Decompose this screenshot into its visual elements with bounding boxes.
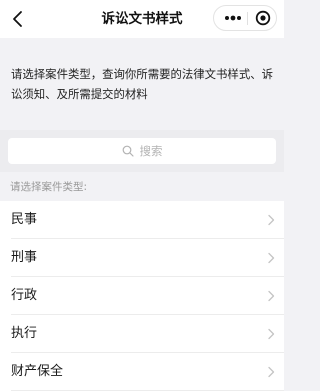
- chevron-right-icon: [268, 252, 275, 264]
- list-item-administrative[interactable]: 行政: [0, 277, 284, 315]
- list-item-criminal[interactable]: 刑事: [0, 239, 284, 277]
- chevron-right-icon: [268, 366, 275, 378]
- intro-text: 请选择案件类型，查询你所需要的法律文书样式、诉讼须知、及所需提交的材料: [11, 67, 273, 101]
- list-item-label: 执行: [11, 326, 38, 341]
- chevron-right-icon: [268, 290, 275, 302]
- list-item-civil[interactable]: 民事: [0, 201, 284, 239]
- search-input[interactable]: 搜索: [8, 138, 276, 164]
- target-circle-icon: [255, 10, 271, 26]
- chevron-right-icon: [268, 328, 275, 340]
- navigation-bar: 诉讼文书样式: [0, 0, 284, 38]
- capsule-divider: [247, 12, 248, 25]
- close-mini-program-button[interactable]: [252, 6, 274, 30]
- more-dots-icon: [225, 15, 241, 21]
- search-icon: [122, 145, 134, 157]
- list-item-property-preservation[interactable]: 财产保全: [0, 353, 284, 391]
- search-placeholder: 搜索: [139, 144, 163, 158]
- more-button[interactable]: [222, 6, 244, 30]
- section-label: 请选择案件类型:: [10, 181, 88, 193]
- list-item-enforcement[interactable]: 执行: [0, 315, 284, 353]
- list-item-label: 刑事: [11, 250, 38, 265]
- chevron-right-icon: [268, 214, 275, 226]
- list-item-label: 财产保全: [11, 364, 64, 379]
- list-item-label: 民事: [11, 212, 38, 227]
- list-item-label: 行政: [11, 288, 38, 303]
- case-type-list: 民事 刑事 行政 执行 财产保全: [0, 201, 284, 391]
- mini-program-capsule: [213, 5, 277, 31]
